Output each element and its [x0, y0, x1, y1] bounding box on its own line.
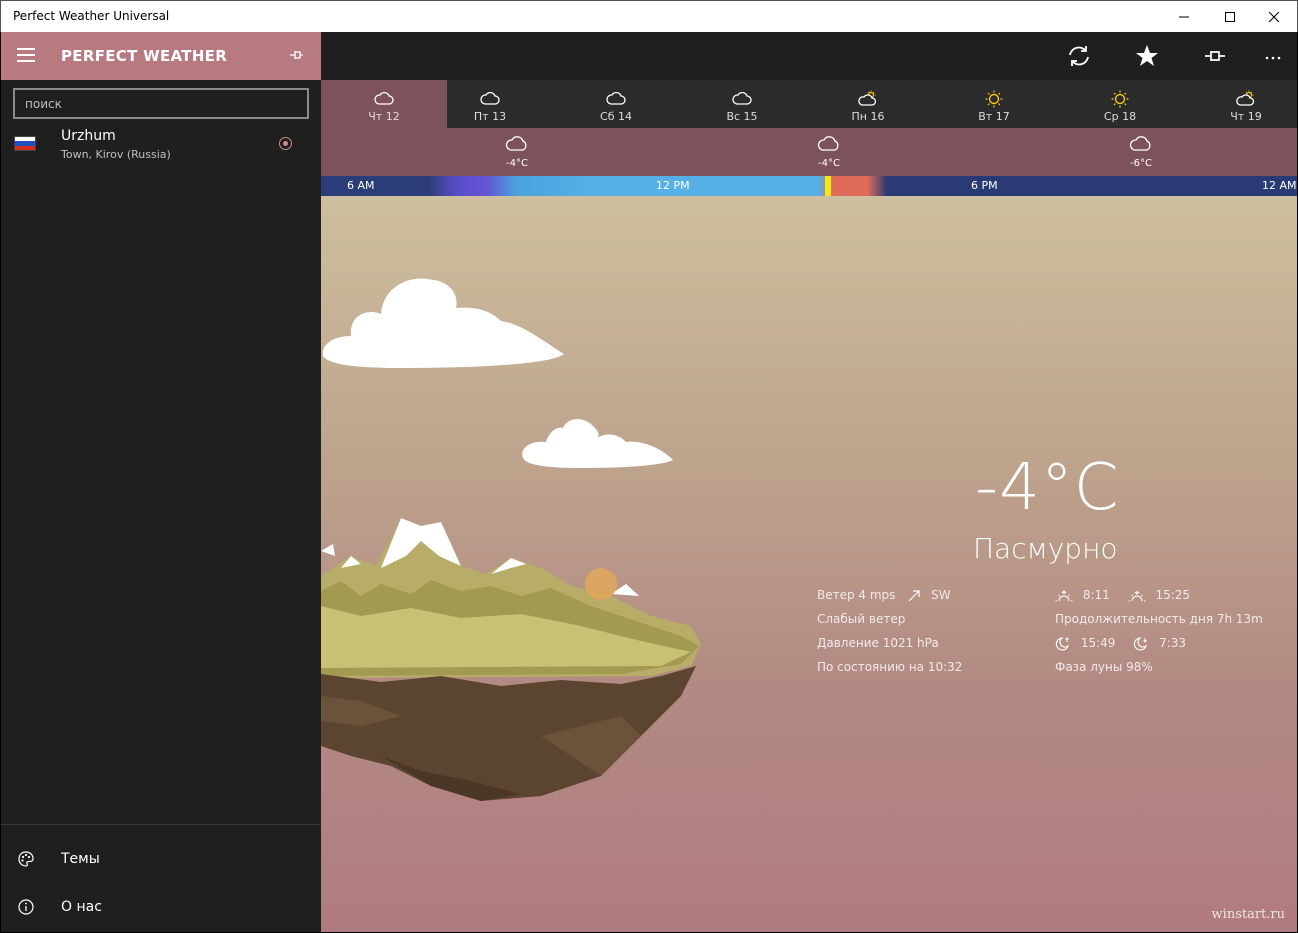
day-label: Пн 16 [851, 110, 885, 123]
cloud-illustration [322, 278, 564, 368]
moonset-icon [1134, 636, 1148, 651]
current-time-marker [825, 176, 831, 196]
day-tab[interactable]: Вс 15 [679, 80, 805, 128]
weather-scene: -4°C Пасмурно Ветер 4 mps SW Слабый вете… [321, 196, 1297, 932]
partly-sunny-icon [1236, 90, 1255, 106]
info-icon [18, 899, 34, 915]
more-icon[interactable] [1259, 42, 1287, 70]
timeline-label: 12 PM [656, 179, 690, 192]
cloud-icon [606, 91, 626, 105]
palette-icon [18, 851, 34, 867]
hamburger-menu-icon[interactable] [17, 48, 35, 62]
hourly-item[interactable]: -4°C [809, 134, 849, 169]
sunrise-icon [1055, 589, 1073, 602]
day-length: Продолжительность дня 7h 13m [1055, 612, 1263, 626]
sun-times: 8:11 15:25 [1055, 588, 1190, 603]
day-label: Вс 15 [726, 110, 758, 123]
day-tab[interactable]: Сб 14 [553, 80, 679, 128]
timeline-label: 6 PM [971, 179, 998, 192]
day-label: Сб 14 [600, 110, 632, 123]
app-title: PERFECT WEATHER [61, 47, 228, 65]
wind-direction-arrow-icon [908, 589, 920, 601]
day-tab[interactable]: Пн 16 [805, 80, 931, 128]
cloud-icon [374, 91, 394, 105]
cloud-icon [732, 91, 752, 105]
timeline-label: 6 AM [347, 179, 375, 192]
pressure-info: Давление 1021 hPa [817, 636, 939, 650]
day-timeline-bar[interactable]: 6 AM 12 PM 6 PM 12 AM [321, 176, 1297, 196]
day-tab[interactable]: Ср 18 [1057, 80, 1183, 128]
daily-forecast-strip: Чт 12 Пт 13 Сб 14 Вс 15 Пн 16 Вт 17 Ср 1… [321, 80, 1297, 128]
sidebar-divider [1, 824, 321, 825]
location-name: Urzhum [61, 128, 116, 144]
sidebar-header: PERFECT WEATHER [1, 32, 321, 80]
watermark: winstart.ru [1211, 907, 1285, 922]
sunset-time: 15:25 [1155, 588, 1191, 602]
cloud-icon [1129, 136, 1151, 151]
title-bar: Perfect Weather Universal [0, 0, 1298, 32]
sunset-icon [1128, 590, 1146, 602]
day-tab[interactable]: Чт 19 [1183, 80, 1297, 128]
close-icon [1268, 11, 1280, 23]
partly-sunny-icon [858, 90, 877, 106]
sidebar: PERFECT WEATHER Urzhum Town, Kirov (Russ… [1, 32, 321, 932]
sun-icon [1111, 90, 1129, 108]
pin-icon[interactable] [1201, 42, 1229, 70]
star-icon[interactable] [1133, 42, 1161, 70]
scene-illustration [321, 278, 701, 801]
day-label: Пт 13 [473, 110, 507, 123]
main-panel: Чт 12 Пт 13 Сб 14 Вс 15 Пн 16 Вт 17 Ср 1… [321, 32, 1297, 932]
hourly-item[interactable]: -4°C [497, 134, 537, 169]
wind-direction: SW [931, 588, 951, 602]
cloud-icon [480, 91, 500, 105]
about-label: О нас [61, 899, 102, 915]
current-temperature: -4°C [975, 451, 1120, 525]
close-button[interactable] [1251, 1, 1297, 33]
moon-times: 15:49 7:33 [1055, 636, 1186, 651]
sidebar-item-about[interactable]: О нас [1, 886, 321, 930]
current-location-radio[interactable] [279, 137, 292, 150]
minimize-button[interactable] [1161, 1, 1207, 33]
cloud-icon [817, 136, 839, 151]
floating-island-illustration [321, 518, 701, 801]
day-label: Ср 18 [1103, 110, 1137, 123]
cloud-icon [505, 136, 527, 151]
updated-time: По состоянию на 10:32 [817, 660, 963, 674]
command-bar [321, 32, 1297, 80]
sidebar-item-themes[interactable]: Темы [1, 838, 321, 882]
day-label: Вт 17 [978, 110, 1010, 123]
window-title: Perfect Weather Universal [13, 9, 170, 23]
pin-icon[interactable] [287, 46, 305, 64]
maximize-button[interactable] [1207, 1, 1253, 33]
sun-icon [985, 90, 1003, 108]
refresh-icon[interactable] [1065, 42, 1093, 70]
search-input[interactable] [13, 88, 309, 119]
russia-flag-icon [14, 136, 36, 151]
moonrise-icon [1055, 636, 1070, 651]
hourly-temp: -4°C [506, 158, 528, 169]
wind-description: Слабый ветер [817, 612, 906, 626]
day-tab[interactable]: Вт 17 [931, 80, 1057, 128]
location-item[interactable]: Urzhum Town, Kirov (Russia) [1, 124, 321, 168]
hourly-temp: -6°C [1130, 158, 1152, 169]
sunrise-time: 8:11 [1082, 588, 1110, 602]
day-tab[interactable]: Пт 13 [427, 80, 553, 128]
moonrise-time: 15:49 [1080, 636, 1116, 650]
maximize-icon [1225, 12, 1235, 22]
hourly-item[interactable]: -6°C [1121, 134, 1161, 169]
themes-label: Темы [61, 851, 100, 867]
hourly-temp: -4°C [818, 158, 840, 169]
moon-phase: Фаза луны 98% [1055, 660, 1153, 674]
hourly-forecast-row: -4°C -4°C -6°C [321, 128, 1297, 176]
moonset-time: 7:33 [1159, 636, 1187, 650]
current-condition: Пасмурно [973, 532, 1118, 565]
cloud-illustration [522, 419, 673, 468]
timeline-label: 12 AM [1262, 179, 1297, 192]
wind-info: Ветер 4 mps SW [817, 588, 951, 603]
wind-speed: Ветер 4 mps [817, 588, 896, 602]
location-subtitle: Town, Kirov (Russia) [61, 148, 171, 161]
day-label: Чт 19 [1230, 110, 1262, 123]
minimize-icon [1179, 16, 1189, 18]
